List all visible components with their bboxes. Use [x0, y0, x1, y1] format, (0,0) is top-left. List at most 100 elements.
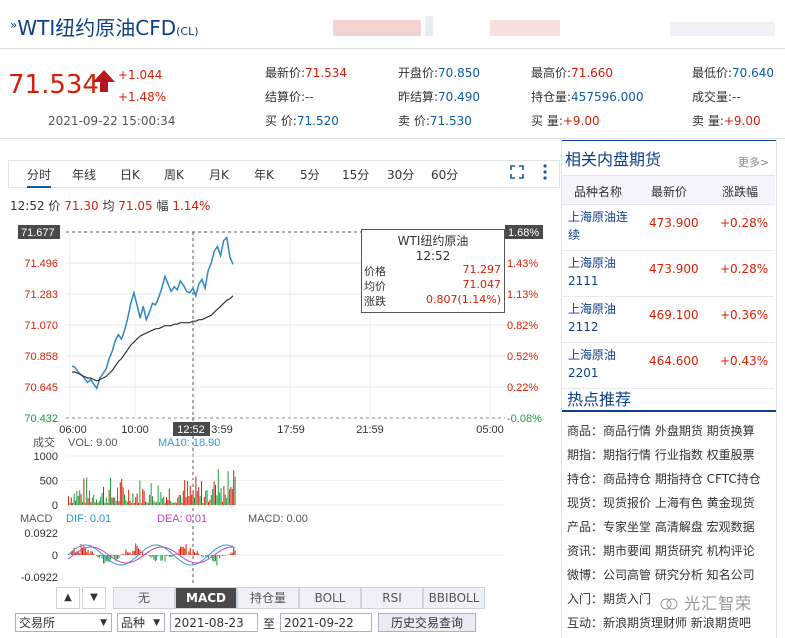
tab-period-7[interactable]: 15分	[342, 166, 369, 183]
tab-period-6[interactable]: 5分	[300, 166, 320, 183]
related-name[interactable]: 上海原油连续	[568, 208, 636, 244]
volume-bar	[97, 502, 99, 505]
tab-period-8[interactable]: 30分	[387, 166, 414, 183]
related-name[interactable]: 上海原油2111	[568, 254, 636, 290]
exchange-select[interactable]: 交易所 ▼	[15, 613, 112, 632]
quote-cell: 卖 量:+9.00	[692, 112, 761, 129]
hot-link-row[interactable]: 入门：期货入门	[567, 590, 651, 607]
indicator-tab[interactable]: BBIBOLL	[423, 587, 485, 609]
hot-link-row[interactable]: 商品：商品行情 外盘期货 期货换算	[567, 422, 755, 439]
volume-bar	[209, 499, 211, 505]
related-pct: +0.43%	[720, 354, 769, 368]
tab-intraday[interactable]: 分时	[27, 166, 52, 188]
y-tick-right: 0.22%	[507, 382, 538, 394]
fullscreen-icon[interactable]	[510, 165, 524, 179]
macd-bar	[167, 555, 169, 556]
hot-link-row[interactable]: 互动：新浪期货理财师 新浪期货吧	[567, 614, 751, 631]
macd-bar	[191, 554, 193, 555]
volume-bar	[201, 481, 202, 505]
macd-bar	[150, 555, 152, 558]
scroll-up-button[interactable]: ▲	[56, 587, 80, 609]
hot-link-row[interactable]: 微博：公司高管 研究分析 知名公司	[567, 566, 755, 583]
variety-select[interactable]: 品种 ▼	[117, 613, 165, 632]
tab-period-3[interactable]: 周K	[164, 166, 184, 183]
volume-bar	[188, 496, 190, 505]
related-row[interactable]: 上海原油2111 473.900 +0.28%	[562, 250, 774, 297]
hot-link-row[interactable]: 持仓：商品持仓 期指持仓 CFTC持仓	[567, 470, 761, 487]
macd-bar	[185, 544, 187, 555]
indicator-tab[interactable]: BOLL	[299, 587, 361, 609]
macd-bar	[224, 555, 226, 556]
related-name[interactable]: 上海原油2112	[568, 300, 636, 336]
tab-period-2[interactable]: 日K	[120, 166, 140, 183]
related-row[interactable]: 上海原油2112 469.100 +0.36%	[562, 296, 774, 343]
macd-bar	[83, 545, 85, 555]
tab-period-1[interactable]: 年线	[72, 166, 96, 183]
volume-bar	[111, 497, 113, 505]
indicator-tab[interactable]: MACD	[175, 587, 237, 609]
panel-right-border	[776, 140, 777, 638]
blurred-region	[425, 16, 433, 36]
macd-bar	[180, 546, 181, 555]
more-vertical-icon[interactable]	[543, 164, 547, 180]
volume-bar	[143, 490, 145, 505]
volume-bar	[89, 490, 90, 505]
volume-bar	[202, 502, 204, 505]
blurred-region	[490, 20, 560, 36]
volume-bar	[87, 498, 89, 505]
macd-bar	[132, 550, 134, 555]
related-row[interactable]: 上海原油2201 464.600 +0.43%	[562, 342, 774, 389]
tab-period-5[interactable]: 年K	[254, 166, 274, 183]
volume-bar	[163, 496, 165, 505]
volume-bar	[231, 488, 233, 505]
tab-period-4[interactable]: 月K	[209, 166, 229, 183]
volume-bar	[98, 501, 100, 505]
macd-bar	[230, 552, 232, 555]
price-line	[71, 235, 234, 391]
volume-bar	[86, 477, 88, 505]
volume-bar	[220, 488, 222, 505]
hot-link-row[interactable]: 资讯：期市要闻 期货研究 机构评论	[567, 542, 755, 559]
macd-bar	[129, 552, 131, 555]
macd-bar	[194, 552, 195, 555]
tooltip-value: 0.807(1.14%)	[425, 293, 501, 306]
end-date-input[interactable]: 2021-09-22	[280, 613, 372, 632]
more-link[interactable]: 更多>	[738, 154, 769, 170]
volume-value: VOL: 9.00	[68, 437, 118, 449]
indicator-tab[interactable]: RSI	[361, 587, 423, 609]
tooltip-time: 12:52	[415, 249, 451, 263]
volume-ma: MA10: 18.90	[158, 437, 220, 449]
volume-bar	[75, 500, 76, 505]
hot-link-row[interactable]: 现货：现货报价 上海有色 黄金现货	[567, 494, 755, 511]
related-price: 473.900	[649, 262, 699, 276]
volume-tick: 0	[52, 500, 58, 512]
quote-label: 成交量:	[692, 90, 733, 104]
volume-bar	[206, 490, 208, 505]
volume-bar	[132, 493, 134, 505]
hot-link-row[interactable]: 期指：期指行情 行业指数 权重股票	[567, 446, 755, 463]
volume-bar	[227, 471, 229, 505]
macd-bar	[223, 555, 225, 556]
related-row[interactable]: 上海原油连续 473.900 +0.28%	[562, 204, 774, 251]
y-tick-left: 71.283	[24, 289, 58, 301]
indicator-tab[interactable]: 持仓量	[237, 587, 299, 609]
start-date-input[interactable]: 2021-08-23	[170, 613, 258, 632]
history-query-button[interactable]: 历史交易查询	[378, 613, 476, 632]
volume-bar	[79, 490, 81, 505]
hot-recommend-title: 热点推荐	[567, 390, 632, 409]
related-name[interactable]: 上海原油2201	[568, 346, 636, 382]
macd-bar	[196, 550, 198, 555]
macd-bar	[91, 551, 93, 555]
volume-bar	[126, 501, 128, 505]
volume-bar	[191, 494, 193, 505]
macd-bar	[174, 553, 176, 555]
scroll-down-button[interactable]: ▼	[82, 587, 106, 609]
tab-period-9[interactable]: 60分	[431, 166, 458, 183]
hot-link-row[interactable]: 产品：专家坐堂 高清解盘 宏观数据	[567, 518, 755, 535]
macd-bar	[98, 555, 100, 559]
indicator-tab[interactable]: 无	[113, 587, 175, 609]
related-pct: +0.28%	[720, 216, 769, 230]
volume-bar	[230, 486, 232, 505]
volume-bar	[147, 502, 149, 505]
y-tick-right: 1.43%	[507, 258, 538, 270]
